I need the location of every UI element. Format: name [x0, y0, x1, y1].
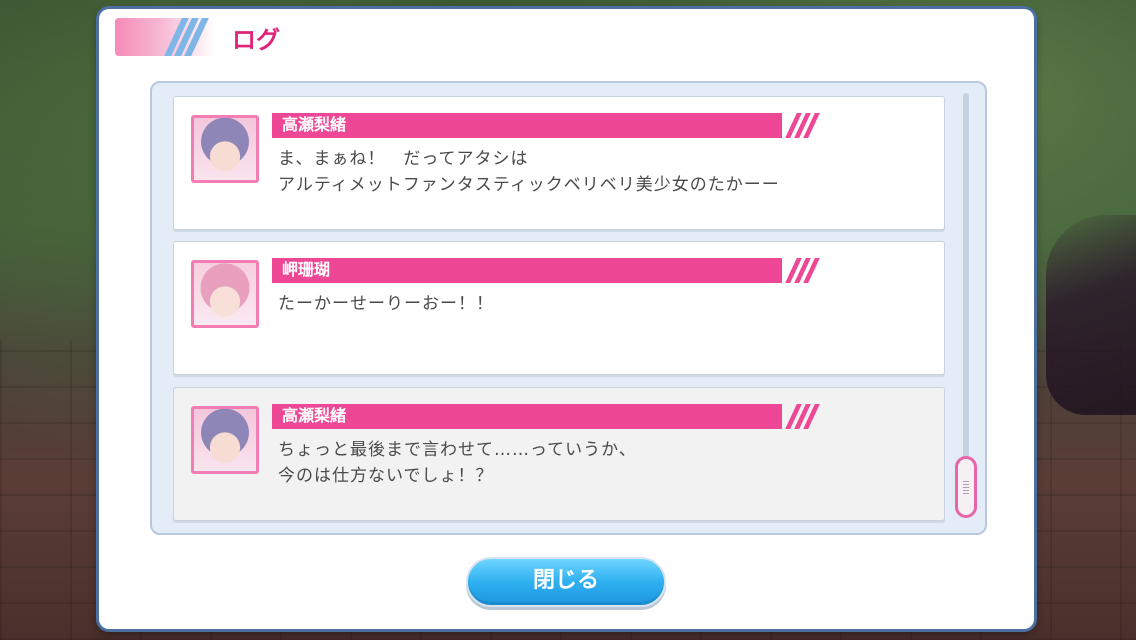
log-entry[interactable]: 高瀬梨緒 ちょっと最後まで言わせて……っていうか、 今のは仕方ないでしょ！？: [173, 387, 945, 521]
dialogue-line: たーかーせーりーおー！！: [278, 294, 494, 314]
scroll-thumb-grip-icon: [963, 481, 969, 482]
speaker-name-bar: [272, 404, 782, 429]
dialogue-line: ま、まぁね！ だってアタシは: [278, 149, 529, 169]
log-dialog: ログ 高瀬梨緒 ま、まぁね！ だってアタシは アルティメットファンタスティックベ…: [99, 9, 1034, 629]
speaker-name-bar: [272, 113, 782, 138]
dialogue-line: 今のは仕方ないでしょ！？: [278, 466, 494, 486]
character-hair-decoration: [1046, 215, 1136, 415]
speaker-avatar-icon: [191, 260, 259, 328]
speaker-name: 高瀬梨緒: [282, 406, 347, 425]
scroll-thumb-grip-icon: [963, 490, 969, 491]
dialogue-line: アルティメットファンタスティックベリベリ美少女のたかーー: [278, 175, 780, 195]
speaker-name: 岬珊瑚: [282, 260, 331, 279]
scroll-thumb-grip-icon: [963, 484, 969, 485]
speaker-name-bar: [272, 258, 782, 283]
log-list[interactable]: 高瀬梨緒 ま、まぁね！ だってアタシは アルティメットファンタスティックベリベリ…: [150, 81, 987, 535]
log-entry[interactable]: 高瀬梨緒 ま、まぁね！ だってアタシは アルティメットファンタスティックベリベリ…: [173, 96, 945, 230]
scrollbar-track[interactable]: [963, 93, 969, 518]
close-button[interactable]: 閉じる: [466, 557, 666, 607]
dialogue-line: ちょっと最後まで言わせて……っていうか、: [278, 440, 637, 460]
scroll-thumb-grip-icon: [963, 493, 969, 494]
speaker-avatar-icon: [191, 406, 259, 474]
speaker-name: 高瀬梨緒: [282, 115, 347, 134]
speaker-avatar-icon: [191, 115, 259, 183]
log-entry[interactable]: 岬珊瑚 たーかーせーりーおー！！: [173, 241, 945, 375]
scroll-thumb-grip-icon: [963, 487, 969, 488]
dialog-title: ログ: [232, 26, 280, 54]
scrollbar-thumb[interactable]: [955, 456, 977, 518]
